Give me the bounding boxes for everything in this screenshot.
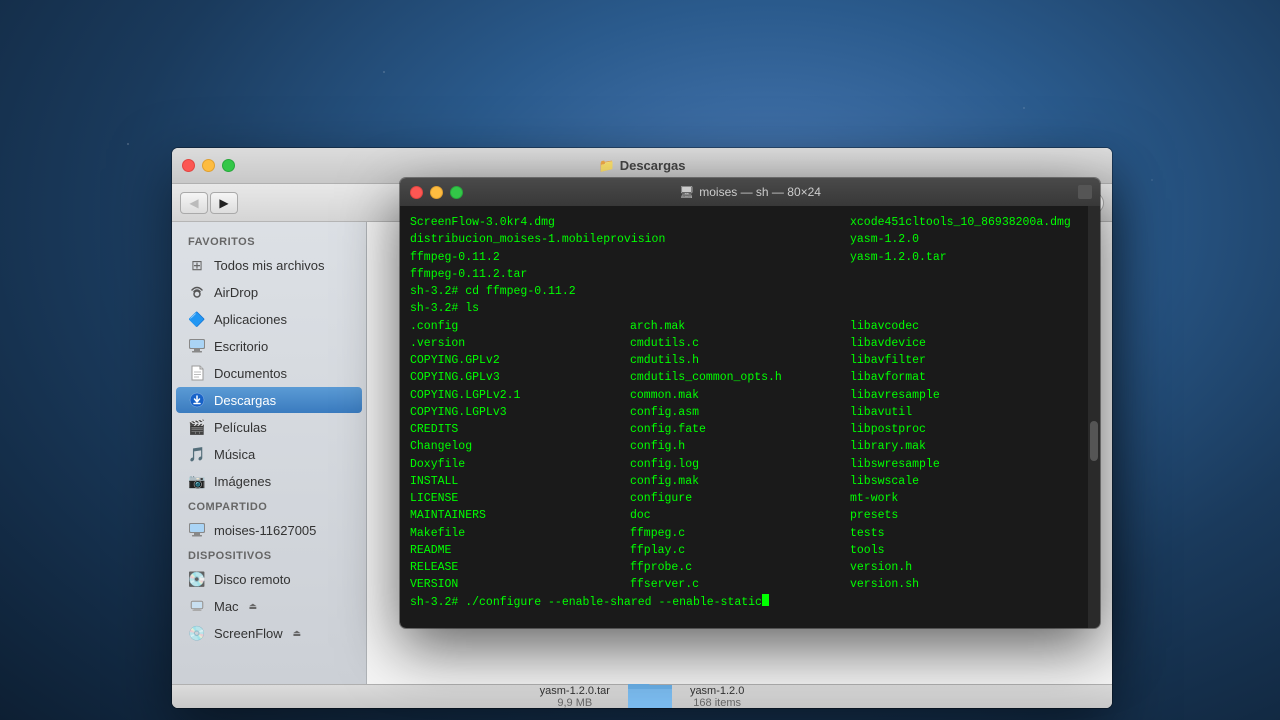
- terminal-scrollbar[interactable]: [1088, 206, 1100, 628]
- terminal-line: INSTALL config.mak libswscale: [410, 473, 1090, 490]
- aplicaciones-icon: 🔷: [188, 310, 206, 328]
- all-files-label: Todos mis archivos: [214, 258, 325, 273]
- documentos-icon: [188, 364, 206, 382]
- finder-title-icon: 📁: [599, 158, 615, 174]
- status-file1-size: 9,9 MB: [557, 697, 592, 709]
- terminal-line: CREDITS config.fate libpostproc: [410, 421, 1090, 438]
- imagenes-icon: 📷: [188, 472, 206, 490]
- terminal-line: Changelog config.h library.mak: [410, 438, 1090, 455]
- terminal-line: RELEASE ffprobe.c version.h: [410, 559, 1090, 576]
- terminal-line: ffmpeg-0.11.2.tar: [410, 266, 1090, 283]
- window-controls: [182, 159, 235, 172]
- terminal-line: MAINTAINERS doc presets: [410, 507, 1090, 524]
- moises-icon: [188, 521, 206, 539]
- status-file1: yasm-1.2.0.tar 9,9 MB: [540, 685, 610, 709]
- terminal-line: VERSION ffserver.c version.sh: [410, 576, 1090, 593]
- terminal-line: .version cmdutils.c libavdevice: [410, 335, 1090, 352]
- sidebar-item-descargas[interactable]: Descargas: [176, 387, 362, 413]
- terminal-line: ffmpeg-0.11.2 yasm-1.2.0.tar: [410, 249, 1090, 266]
- finder-title: 📁 Descargas: [599, 158, 686, 174]
- screenflow-label: ScreenFlow: [214, 626, 283, 641]
- moises-label: moises-11627005: [214, 523, 316, 538]
- finder-title-text: Descargas: [620, 158, 686, 173]
- terminal-line: distribucion_moises-1.mobileprovision ya…: [410, 231, 1090, 248]
- sidebar-item-documentos[interactable]: Documentos: [176, 360, 362, 386]
- screenflow-eject-icon[interactable]: ⏏: [293, 628, 302, 639]
- disco-remoto-icon: 💽: [188, 570, 206, 588]
- sidebar-item-peliculas[interactable]: 🎬 Películas: [176, 414, 362, 440]
- mac-label: Mac: [214, 599, 239, 614]
- terminal-titlebar: 🖥 moises — sh — 80×24: [400, 178, 1100, 206]
- terminal-line: COPYING.GPLv2 cmdutils.h libavfilter: [410, 352, 1090, 369]
- sidebar-item-all-files[interactable]: ⊞ Todos mis archivos: [176, 252, 362, 278]
- descargas-label: Descargas: [214, 393, 276, 408]
- terminal-minimize-button[interactable]: [430, 186, 443, 199]
- mac-eject-icon[interactable]: ⏏: [249, 601, 258, 612]
- status-file2: yasm-1.2.0 168 items: [690, 685, 744, 709]
- all-files-icon: ⊞: [188, 256, 206, 274]
- documentos-label: Documentos: [214, 366, 287, 381]
- sidebar-item-disco-remoto[interactable]: 💽 Disco remoto: [176, 566, 362, 592]
- terminal-fullscreen-button[interactable]: [1078, 185, 1092, 199]
- back-button[interactable]: ◀: [180, 192, 208, 214]
- terminal-title-icon: 🖥: [679, 185, 694, 199]
- sidebar-item-airdrop[interactable]: AirDrop: [176, 279, 362, 305]
- terminal-line: Doxyfile config.log libswresample: [410, 456, 1090, 473]
- close-button[interactable]: [182, 159, 195, 172]
- terminal-close-button[interactable]: [410, 186, 423, 199]
- terminal-body[interactable]: ScreenFlow-3.0kr4.dmg xcode451cltools_10…: [400, 206, 1100, 628]
- disco-remoto-label: Disco remoto: [214, 572, 291, 587]
- terminal-line: Makefile ffmpeg.c tests: [410, 525, 1090, 542]
- terminal-line: COPYING.GPLv3 cmdutils_common_opts.h lib…: [410, 369, 1090, 386]
- sidebar-item-imagenes[interactable]: 📷 Imágenes: [176, 468, 362, 494]
- sidebar-section-favoritos: FAVORITOS: [172, 230, 366, 251]
- terminal-line: .config arch.mak libavcodec: [410, 318, 1090, 335]
- sidebar-item-mac[interactable]: Mac ⏏: [176, 593, 362, 619]
- escritorio-icon: [188, 337, 206, 355]
- sidebar-item-aplicaciones[interactable]: 🔷 Aplicaciones: [176, 306, 362, 332]
- imagenes-label: Imágenes: [214, 474, 271, 489]
- sidebar-item-escritorio[interactable]: Escritorio: [176, 333, 362, 359]
- terminal-prompt-cd: sh-3.2# cd ffmpeg-0.11.2: [410, 283, 1090, 300]
- sidebar: FAVORITOS ⊞ Todos mis archivos AirDrop 🔷: [172, 222, 367, 684]
- sidebar-item-musica[interactable]: 🎵 Música: [176, 441, 362, 467]
- finder-status-bar: yasm-1.2.0.tar 9,9 MB yasm-1.2.0 168 ite…: [172, 684, 1112, 708]
- terminal-window: 🖥 moises — sh — 80×24 ScreenFlow-3.0kr4.…: [400, 178, 1100, 628]
- airdrop-label: AirDrop: [214, 285, 258, 300]
- nav-buttons: ◀ ▶: [180, 192, 238, 214]
- terminal-window-controls: [410, 186, 463, 199]
- terminal-title: 🖥 moises — sh — 80×24: [679, 185, 821, 199]
- musica-icon: 🎵: [188, 445, 206, 463]
- sidebar-item-moises[interactable]: moises-11627005: [176, 517, 362, 543]
- sidebar-section-compartido: COMPARTIDO: [172, 495, 366, 516]
- terminal-scrollbar-thumb[interactable]: [1090, 421, 1098, 461]
- terminal-line: ScreenFlow-3.0kr4.dmg xcode451cltools_10…: [410, 214, 1090, 231]
- screenflow-icon: 💿: [188, 624, 206, 642]
- peliculas-label: Películas: [214, 420, 267, 435]
- terminal-maximize-button[interactable]: [450, 186, 463, 199]
- status-file2-name: yasm-1.2.0: [690, 685, 744, 697]
- terminal-line: README ffplay.c tools: [410, 542, 1090, 559]
- terminal-line: COPYING.LGPLv3 config.asm libavutil: [410, 404, 1090, 421]
- sidebar-section-dispositivos: DISPOSITIVOS: [172, 544, 366, 565]
- maximize-button[interactable]: [222, 159, 235, 172]
- descargas-icon: [188, 391, 206, 409]
- terminal-line: COPYING.LGPLv2.1 common.mak libavresampl…: [410, 387, 1090, 404]
- peliculas-icon: 🎬: [188, 418, 206, 436]
- terminal-title-text: moises — sh — 80×24: [699, 185, 821, 199]
- forward-button[interactable]: ▶: [210, 192, 238, 214]
- status-item-count: 168 items: [693, 697, 741, 709]
- minimize-button[interactable]: [202, 159, 215, 172]
- terminal-prompt-ls: sh-3.2# ls: [410, 300, 1090, 317]
- mac-icon: [188, 597, 206, 615]
- terminal-cursor: [762, 594, 769, 606]
- musica-label: Música: [214, 447, 255, 462]
- airdrop-icon: [188, 283, 206, 301]
- escritorio-label: Escritorio: [214, 339, 268, 354]
- status-file1-name: yasm-1.2.0.tar: [540, 685, 610, 697]
- aplicaciones-label: Aplicaciones: [214, 312, 287, 327]
- terminal-prompt-configure: sh-3.2# ./configure --enable-shared --en…: [410, 594, 1090, 611]
- sidebar-item-screenflow[interactable]: 💿 ScreenFlow ⏏: [176, 620, 362, 646]
- terminal-line: LICENSE configure mt-work: [410, 490, 1090, 507]
